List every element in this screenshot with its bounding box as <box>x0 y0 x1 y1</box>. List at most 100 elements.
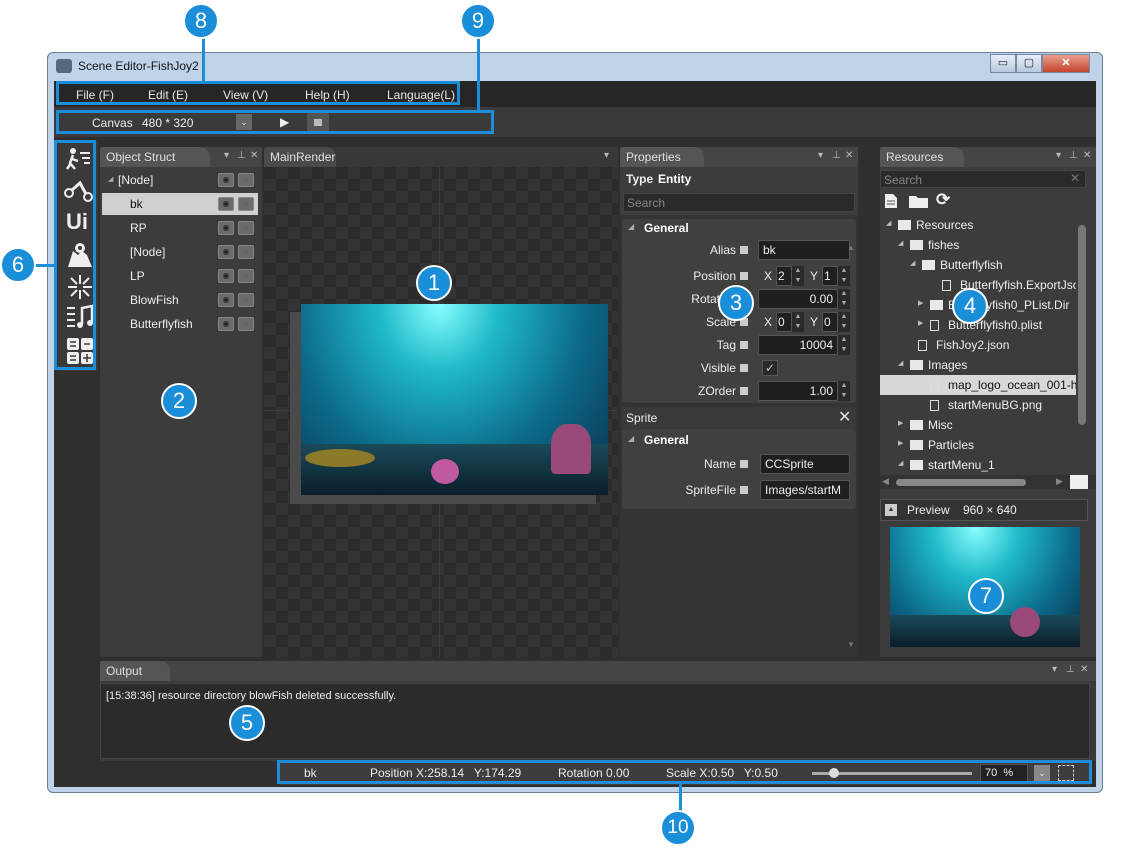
prop-pin-icon[interactable]: ⊥ <box>832 150 841 161</box>
tab-output[interactable]: Output <box>100 661 170 681</box>
rotation-input[interactable]: 0.00 <box>758 289 838 309</box>
render-canvas[interactable] <box>264 167 618 657</box>
bind-icon[interactable] <box>740 246 748 254</box>
tab-properties[interactable]: Properties <box>620 147 704 167</box>
tree-row[interactable]: BlowFish ◉ ◌ <box>102 289 258 311</box>
lock-icon[interactable]: ◌ <box>238 317 254 331</box>
render-dropdown-icon[interactable]: ▾ <box>604 150 609 161</box>
background-sprite-bk[interactable] <box>301 304 608 495</box>
eye-icon[interactable]: ◉ <box>218 221 234 235</box>
pin-icon[interactable]: ⊥ <box>237 150 246 161</box>
expand-icon[interactable]: ▶ <box>898 439 903 447</box>
name-input[interactable]: CCSprite <box>760 454 850 474</box>
expand-icon[interactable]: ◢ <box>898 459 903 467</box>
eye-icon[interactable]: ◉ <box>218 269 234 283</box>
close-panel-icon[interactable]: ✕ <box>250 150 258 161</box>
bind-icon[interactable] <box>740 272 748 280</box>
tree-row[interactable]: bk ◉ ◌ <box>102 193 258 215</box>
properties-scrollbar[interactable]: ▲ ▼ <box>846 243 856 649</box>
close-button[interactable]: ✕ <box>1042 54 1090 73</box>
scale-x-spinner[interactable]: ▲ ▼ <box>792 312 804 332</box>
hscroll-thumb[interactable] <box>896 479 1026 486</box>
resource-item[interactable]: ◢ fishes <box>880 235 1076 255</box>
resource-item[interactable]: ▶ Misc <box>880 415 1076 435</box>
res-dropdown-icon[interactable]: ▾ <box>1056 150 1061 161</box>
prop-close-icon[interactable]: ✕ <box>845 150 853 161</box>
eye-icon[interactable]: ◉ <box>218 293 234 307</box>
eye-icon[interactable]: ◉ <box>218 317 234 331</box>
lock-icon[interactable]: ◌ <box>238 269 254 283</box>
bind-icon[interactable] <box>740 341 748 349</box>
expand-icon[interactable]: ▶ <box>918 299 923 307</box>
bind-icon[interactable] <box>740 364 748 372</box>
scroll-up-icon[interactable]: ▲ <box>847 243 855 252</box>
bind-icon[interactable] <box>740 387 748 395</box>
lock-icon[interactable]: ◌ <box>238 245 254 259</box>
visible-checkbox[interactable]: ✓ <box>762 360 778 376</box>
expand-icon[interactable]: ▶ <box>898 419 903 427</box>
lock-icon[interactable]: ◌ <box>238 293 254 307</box>
expand-icon[interactable]: ◢ <box>108 175 113 183</box>
expand-icon[interactable]: ◢ <box>898 239 903 247</box>
pos-x-spinner[interactable]: ▲ ▼ <box>792 266 804 286</box>
tree-row[interactable]: LP ◉ ◌ <box>102 265 258 287</box>
expand-icon[interactable]: ◢ <box>910 259 915 267</box>
tree-row[interactable]: RP ◉ ◌ <box>102 217 258 239</box>
tree-row[interactable]: ◢ [Node] ◉ ◌ <box>102 169 258 191</box>
tree-row[interactable]: [Node] ◉ ◌ <box>102 241 258 263</box>
resource-item[interactable]: ◢ startMenu_1 <box>880 455 1076 475</box>
bind-icon[interactable] <box>740 486 748 494</box>
eye-icon[interactable]: ◉ <box>218 245 234 259</box>
resources-hscroll[interactable]: ◀ ▶ <box>880 475 1096 489</box>
spritefile-input[interactable]: Images/startM <box>760 480 850 500</box>
collapse-icon[interactable]: ◢ <box>628 222 634 231</box>
out-close-icon[interactable]: ✕ <box>1080 664 1088 675</box>
resource-item[interactable]: FishJoy2.json <box>880 335 1076 355</box>
collapse-preview-icon[interactable]: ▲ <box>885 504 897 516</box>
scale-x-input[interactable]: 0 <box>776 312 792 332</box>
lock-icon[interactable]: ◌ <box>238 197 254 211</box>
pos-x-input[interactable]: 2 <box>776 266 792 286</box>
resources-vscroll[interactable] <box>1077 215 1087 471</box>
tab-resources[interactable]: Resources <box>880 147 964 167</box>
tag-input[interactable]: 10004 <box>758 335 838 355</box>
resource-item[interactable]: ◢ Butterflyfish <box>880 255 1076 275</box>
scale-y-input[interactable]: 0 <box>822 312 838 332</box>
resources-search-input[interactable]: Search <box>880 170 1086 188</box>
tab-main-render[interactable]: MainRender <box>264 147 336 167</box>
lock-icon[interactable]: ◌ <box>238 173 254 187</box>
out-pin-icon[interactable]: ⊥ <box>1066 664 1075 675</box>
open-folder-icon[interactable] <box>908 194 930 209</box>
expand-icon[interactable]: ◢ <box>886 219 891 227</box>
scroll-thumb[interactable] <box>1078 225 1086 425</box>
tree-row[interactable]: Butterflyfish ◉ ◌ <box>102 313 258 335</box>
res-close-icon[interactable]: ✕ <box>1083 150 1091 161</box>
resource-item[interactable]: map_logo_ocean_001-h <box>880 375 1076 395</box>
resource-item[interactable]: startMenuBG.png <box>880 395 1076 415</box>
resource-item[interactable]: ◢ Images <box>880 355 1076 375</box>
eye-icon[interactable]: ◉ <box>218 173 234 187</box>
minimize-button[interactable]: ▭ <box>990 54 1016 73</box>
alias-input[interactable]: bk <box>758 240 850 260</box>
prop-dropdown-icon[interactable]: ▾ <box>818 150 823 161</box>
refresh-icon[interactable]: ⟳ <box>936 190 950 210</box>
clear-search-icon[interactable]: ✕ <box>1070 171 1080 185</box>
zorder-input[interactable]: 1.00 <box>758 381 838 401</box>
res-pin-icon[interactable]: ⊥ <box>1069 150 1078 161</box>
eye-icon[interactable]: ◉ <box>218 197 234 211</box>
collapse-icon[interactable]: ◢ <box>628 434 634 443</box>
expand-icon[interactable]: ◢ <box>898 359 903 367</box>
tab-object-struct[interactable]: Object Struct <box>100 147 210 167</box>
scroll-right-icon[interactable]: ▶ <box>1056 476 1063 487</box>
properties-search-input[interactable]: Search <box>623 193 855 212</box>
resource-item[interactable]: ▶ Particles <box>880 435 1076 455</box>
scroll-left-icon[interactable]: ◀ <box>882 476 889 487</box>
new-file-icon[interactable] <box>884 193 898 209</box>
bind-icon[interactable] <box>740 460 748 468</box>
expand-icon[interactable]: ▶ <box>918 319 923 327</box>
maximize-button[interactable]: ▢ <box>1016 54 1042 73</box>
scroll-down-icon[interactable]: ▼ <box>847 640 855 649</box>
pos-y-input[interactable]: 1 <box>822 266 838 286</box>
resource-item[interactable]: ◢ Resources <box>880 215 1076 235</box>
dropdown-icon[interactable]: ▾ <box>224 150 229 161</box>
